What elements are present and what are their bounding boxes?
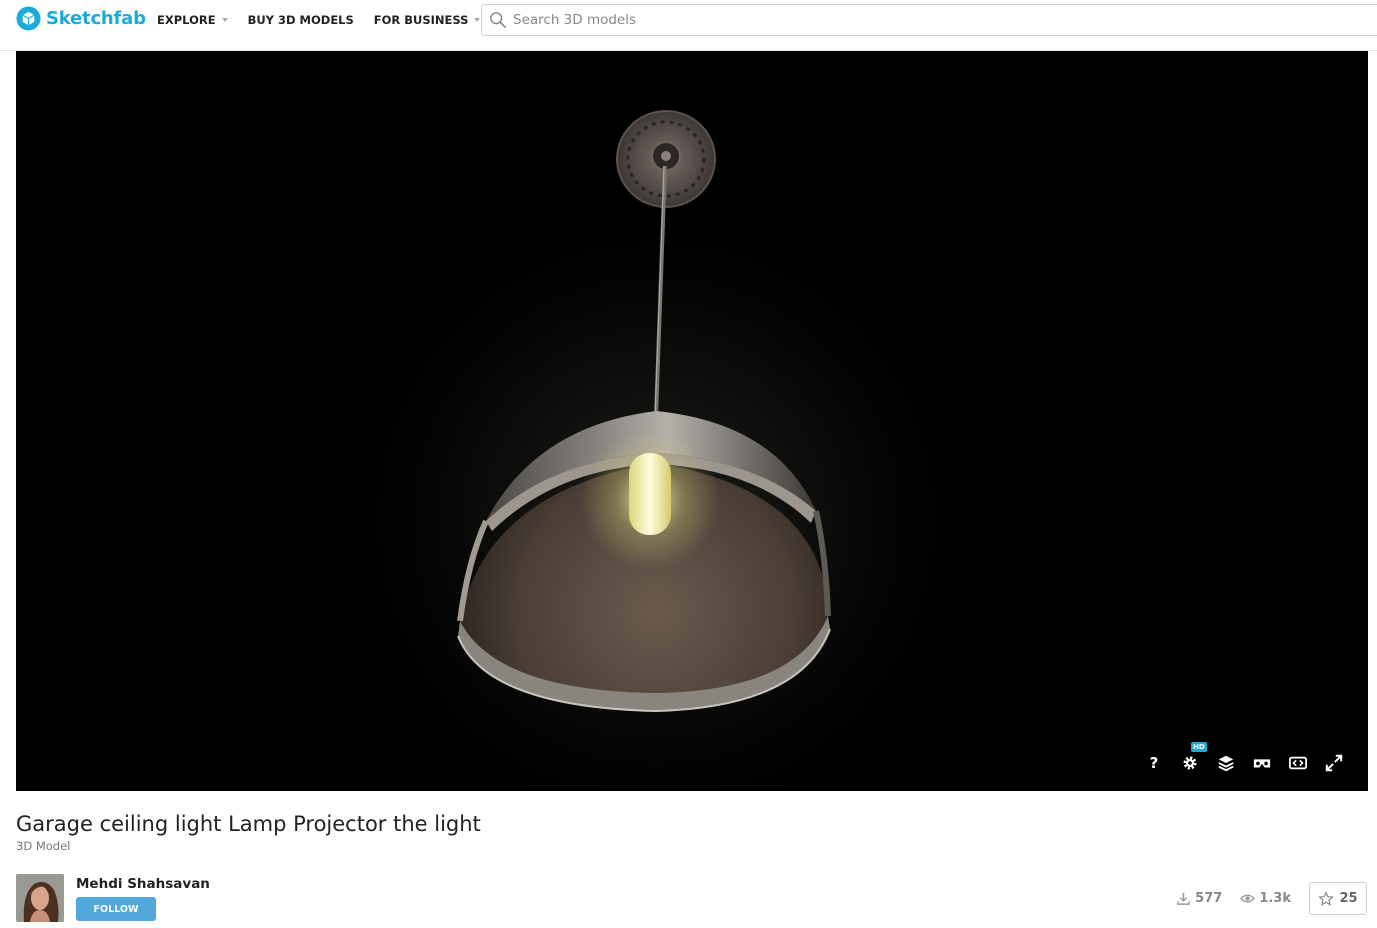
fullscreen-icon: [1325, 754, 1343, 772]
eye-icon: [1240, 894, 1256, 903]
author-avatar-image: [16, 874, 64, 922]
chevron-down-icon: [474, 18, 481, 22]
author-avatar[interactable]: [16, 874, 64, 922]
download-icon: [1177, 892, 1190, 905]
nav-buy-3d-models[interactable]: BUY 3D MODELS: [248, 13, 354, 27]
sketchfab-logo[interactable]: Sketchfab: [16, 5, 146, 31]
search-box[interactable]: [481, 4, 1377, 36]
nav-for-business[interactable]: FOR BUSINESS: [374, 13, 481, 27]
settings-button[interactable]: HD: [1172, 742, 1208, 775]
likes-count: 25: [1339, 891, 1358, 906]
embed-icon: [1289, 756, 1307, 770]
search-icon: [490, 12, 507, 29]
vr-button[interactable]: [1244, 751, 1280, 775]
fullscreen-button[interactable]: [1316, 751, 1352, 775]
like-button[interactable]: 25: [1309, 882, 1367, 915]
nav-explore[interactable]: EXPLORE: [157, 13, 228, 27]
brand-name: Sketchfab: [46, 7, 146, 29]
main-nav: EXPLORE BUY 3D MODELS FOR BUSINESS: [157, 11, 500, 29]
author-name-link[interactable]: Mehdi Shahsavan: [76, 876, 210, 892]
nav-explore-label: EXPLORE: [157, 13, 216, 27]
embed-button[interactable]: [1280, 751, 1316, 775]
views-stat: 1.3k: [1240, 891, 1291, 906]
layers-icon: [1218, 755, 1234, 772]
follow-button[interactable]: FOLLOW: [76, 897, 156, 921]
hd-badge: HD: [1191, 742, 1207, 752]
chevron-down-icon: [221, 18, 228, 22]
layers-button[interactable]: [1208, 751, 1244, 775]
settings-icon: [1183, 756, 1197, 770]
downloads-stat: 577: [1176, 891, 1222, 906]
viewer-controls: ? HD: [1136, 742, 1352, 775]
model-stats: 577 1.3k 25: [1176, 882, 1367, 915]
views-count: 1.3k: [1259, 891, 1291, 906]
model-type: 3D Model: [16, 839, 71, 853]
model-title: Garage ceiling light Lamp Projector the …: [16, 812, 481, 836]
lamp-model-render: [16, 51, 1368, 791]
top-header: Sketchfab EXPLORE BUY 3D MODELS FOR BUSI…: [0, 0, 1377, 51]
model-viewer[interactable]: ? HD: [16, 51, 1368, 791]
vr-icon: [1253, 759, 1271, 768]
star-icon: [1318, 890, 1335, 906]
sketchfab-logo-icon: [16, 5, 41, 31]
search-input[interactable]: [513, 12, 1313, 28]
help-button[interactable]: ?: [1136, 751, 1172, 775]
downloads-count: 577: [1195, 891, 1223, 906]
nav-business-label: FOR BUSINESS: [373, 13, 469, 27]
nav-buy-label: BUY 3D MODELS: [247, 13, 354, 27]
help-icon: ?: [1149, 754, 1159, 772]
